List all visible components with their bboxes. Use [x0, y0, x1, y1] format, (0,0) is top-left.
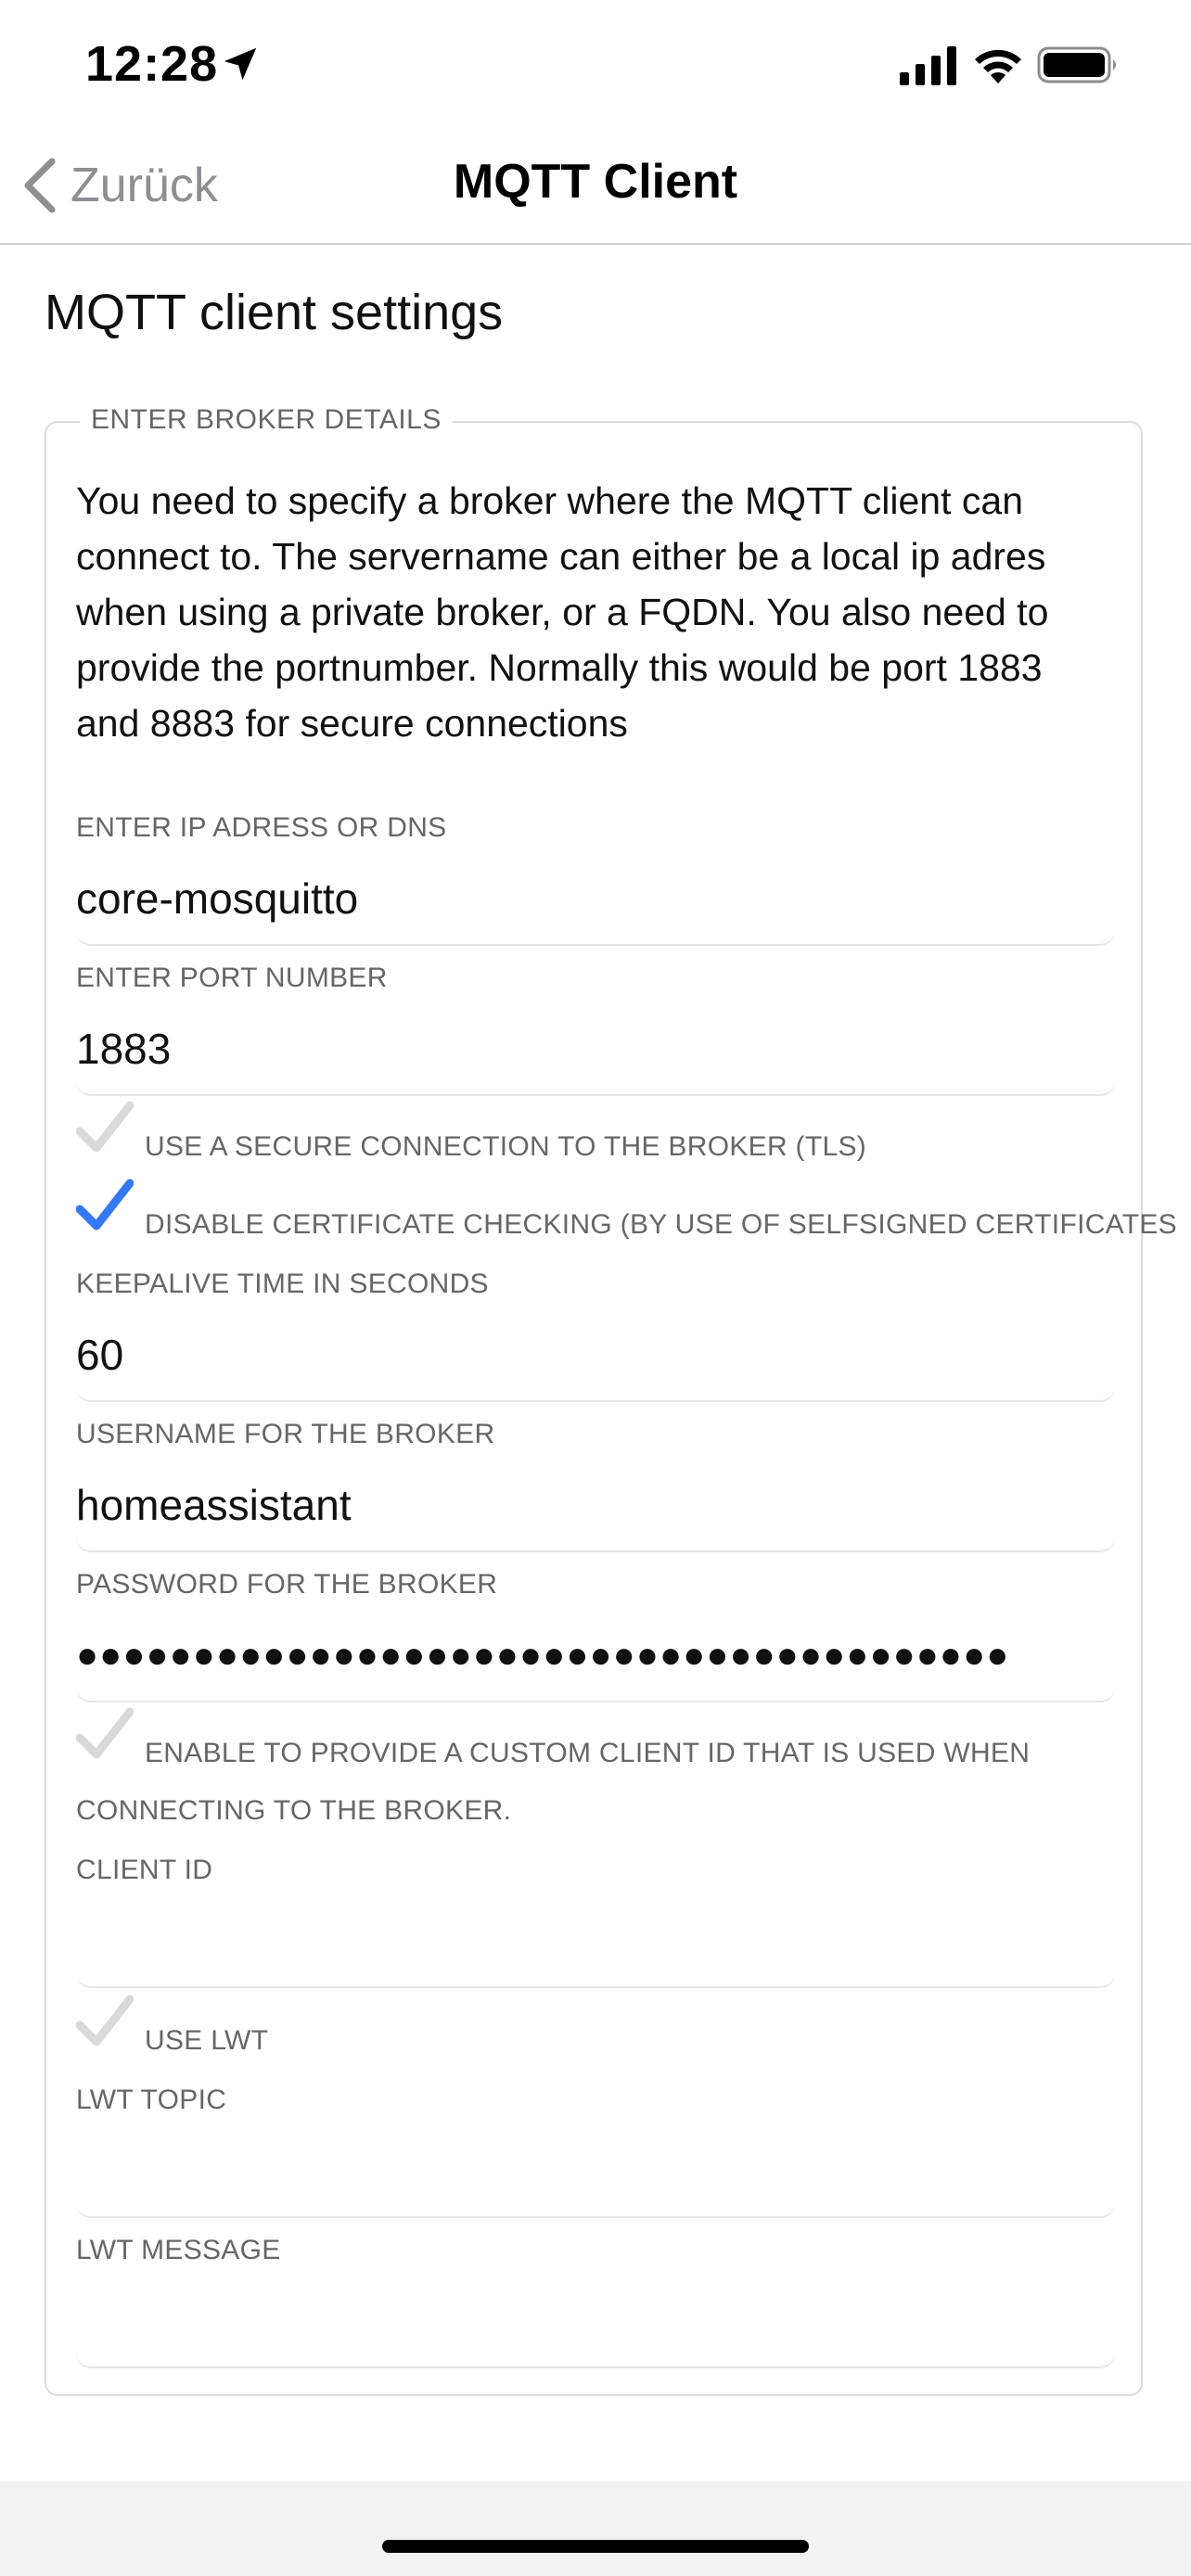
- lwt-checkbox-label: USE LWT: [145, 2025, 269, 2056]
- battery-icon: [1037, 46, 1116, 83]
- lwt-topic-input[interactable]: [76, 2125, 1115, 2218]
- keepalive-label: KEEPALIVE TIME IN SECONDS: [76, 1269, 489, 1299]
- checkmark-icon[interactable]: [76, 1706, 134, 1764]
- bottom-safe-area: [0, 2481, 1191, 2576]
- port-input[interactable]: [76, 1003, 1115, 1096]
- checkmark-icon[interactable]: [76, 1178, 134, 1235]
- nav-title: MQTT Client: [453, 155, 738, 209]
- page-title: MQTT client settings: [45, 285, 504, 340]
- keepalive-input[interactable]: [76, 1309, 1115, 1402]
- tls-checkbox-label: USE A SECURE CONNECTION TO THE BROKER (T…: [145, 1131, 867, 1162]
- section-legend: ENTER BROKER DETAILS: [80, 404, 453, 436]
- client-id-input[interactable]: [76, 1895, 1115, 1988]
- checkmark-icon[interactable]: [76, 1100, 134, 1157]
- client-id-label: CLIENT ID: [76, 1855, 213, 1885]
- home-indicator[interactable]: [382, 2540, 809, 2553]
- port-label: ENTER PORT NUMBER: [76, 963, 388, 993]
- lwt-message-input[interactable]: [76, 2276, 1115, 2368]
- wifi-icon: [975, 49, 1021, 83]
- cellular-signal-icon: [900, 46, 956, 85]
- host-input[interactable]: [76, 853, 1115, 946]
- password-label: PASSWORD FOR THE BROKER: [76, 1569, 498, 1600]
- username-input[interactable]: [76, 1460, 1115, 1552]
- status-bar: 12:28: [0, 0, 1191, 130]
- checkmark-icon[interactable]: [76, 1994, 134, 2051]
- username-label: USERNAME FOR THE BROKER: [76, 1419, 495, 1449]
- host-label: ENTER IP ADRESS OR DNS: [76, 812, 447, 843]
- custom-client-id-label-line1: ENABLE TO PROVIDE A CUSTOM CLIENT ID THA…: [145, 1738, 1031, 1768]
- lwt-message-label: LWT MESSAGE: [76, 2235, 281, 2265]
- location-arrow-icon: [224, 47, 257, 81]
- lwt-topic-label: LWT TOPIC: [76, 2085, 227, 2115]
- custom-client-id-label-line2: CONNECTING TO THE BROKER.: [76, 1795, 512, 1826]
- password-input[interactable]: [76, 1610, 1115, 1702]
- navigation-bar: Zurück MQTT Client: [0, 130, 1191, 245]
- section-description: You need to specify a broker where the M…: [76, 479, 1049, 745]
- status-time: 12:28: [85, 36, 219, 92]
- disable-cert-checkbox-label: DISABLE CERTIFICATE CHECKING (BY USE OF …: [145, 1209, 1177, 1240]
